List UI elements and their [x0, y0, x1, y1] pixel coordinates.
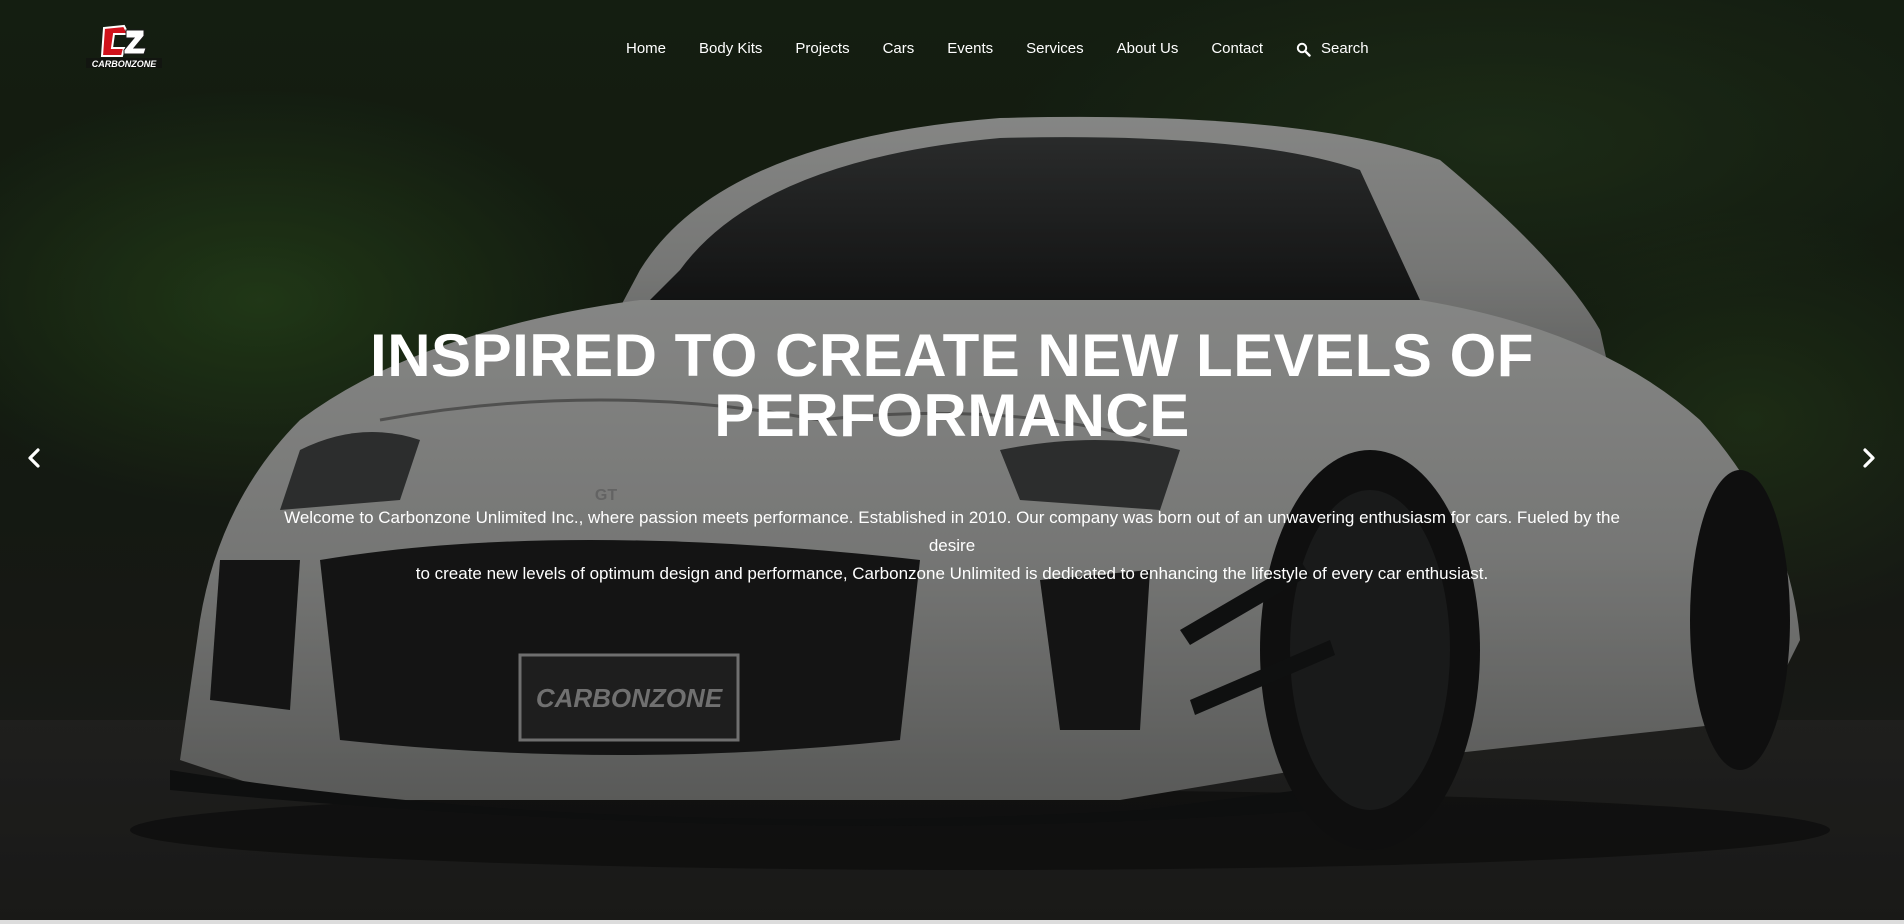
cz-logo-icon: CARBONZONE [86, 24, 162, 69]
search-button[interactable]: Search [1296, 38, 1369, 60]
bottom-border [0, 920, 1904, 924]
hero-intro-line-1: Welcome to Carbonzone Unlimited Inc., wh… [284, 508, 1620, 555]
hero-slider: CARBONZONE GT [0, 0, 1904, 920]
hero-headline-line-1: INSPIRED TO CREATE NEW LEVELS OF [370, 322, 1534, 389]
hero-headline-line-2: PERFORMANCE [714, 382, 1190, 449]
slider-next-button[interactable] [1857, 446, 1881, 470]
nav-item-services[interactable]: Services [1026, 38, 1084, 60]
nav-item-about-us[interactable]: About Us [1117, 38, 1179, 60]
chevron-right-icon [1863, 448, 1875, 468]
hero-intro-line-2: to create new levels of optimum design a… [415, 564, 1489, 583]
chevron-left-icon [28, 448, 40, 468]
hero-dark-overlay [0, 0, 1904, 920]
hero-headline: INSPIRED TO CREATE NEW LEVELS OF PERFORM… [0, 326, 1904, 446]
nav-item-home[interactable]: Home [626, 38, 666, 60]
nav-item-cars[interactable]: Cars [883, 38, 915, 60]
nav-item-events[interactable]: Events [947, 38, 993, 60]
search-icon [1296, 42, 1311, 57]
nav-item-body-kits[interactable]: Body Kits [699, 38, 762, 60]
site-logo[interactable]: CARBONZONE [84, 24, 164, 74]
slider-prev-button[interactable] [22, 446, 46, 470]
hero-intro-text: Welcome to Carbonzone Unlimited Inc., wh… [262, 504, 1642, 588]
logo-text: CARBONZONE [92, 59, 157, 69]
main-nav: Home Body Kits Projects Cars Events Serv… [626, 38, 1369, 60]
nav-item-projects[interactable]: Projects [795, 38, 849, 60]
search-label: Search [1321, 40, 1369, 57]
nav-item-contact[interactable]: Contact [1211, 38, 1263, 60]
